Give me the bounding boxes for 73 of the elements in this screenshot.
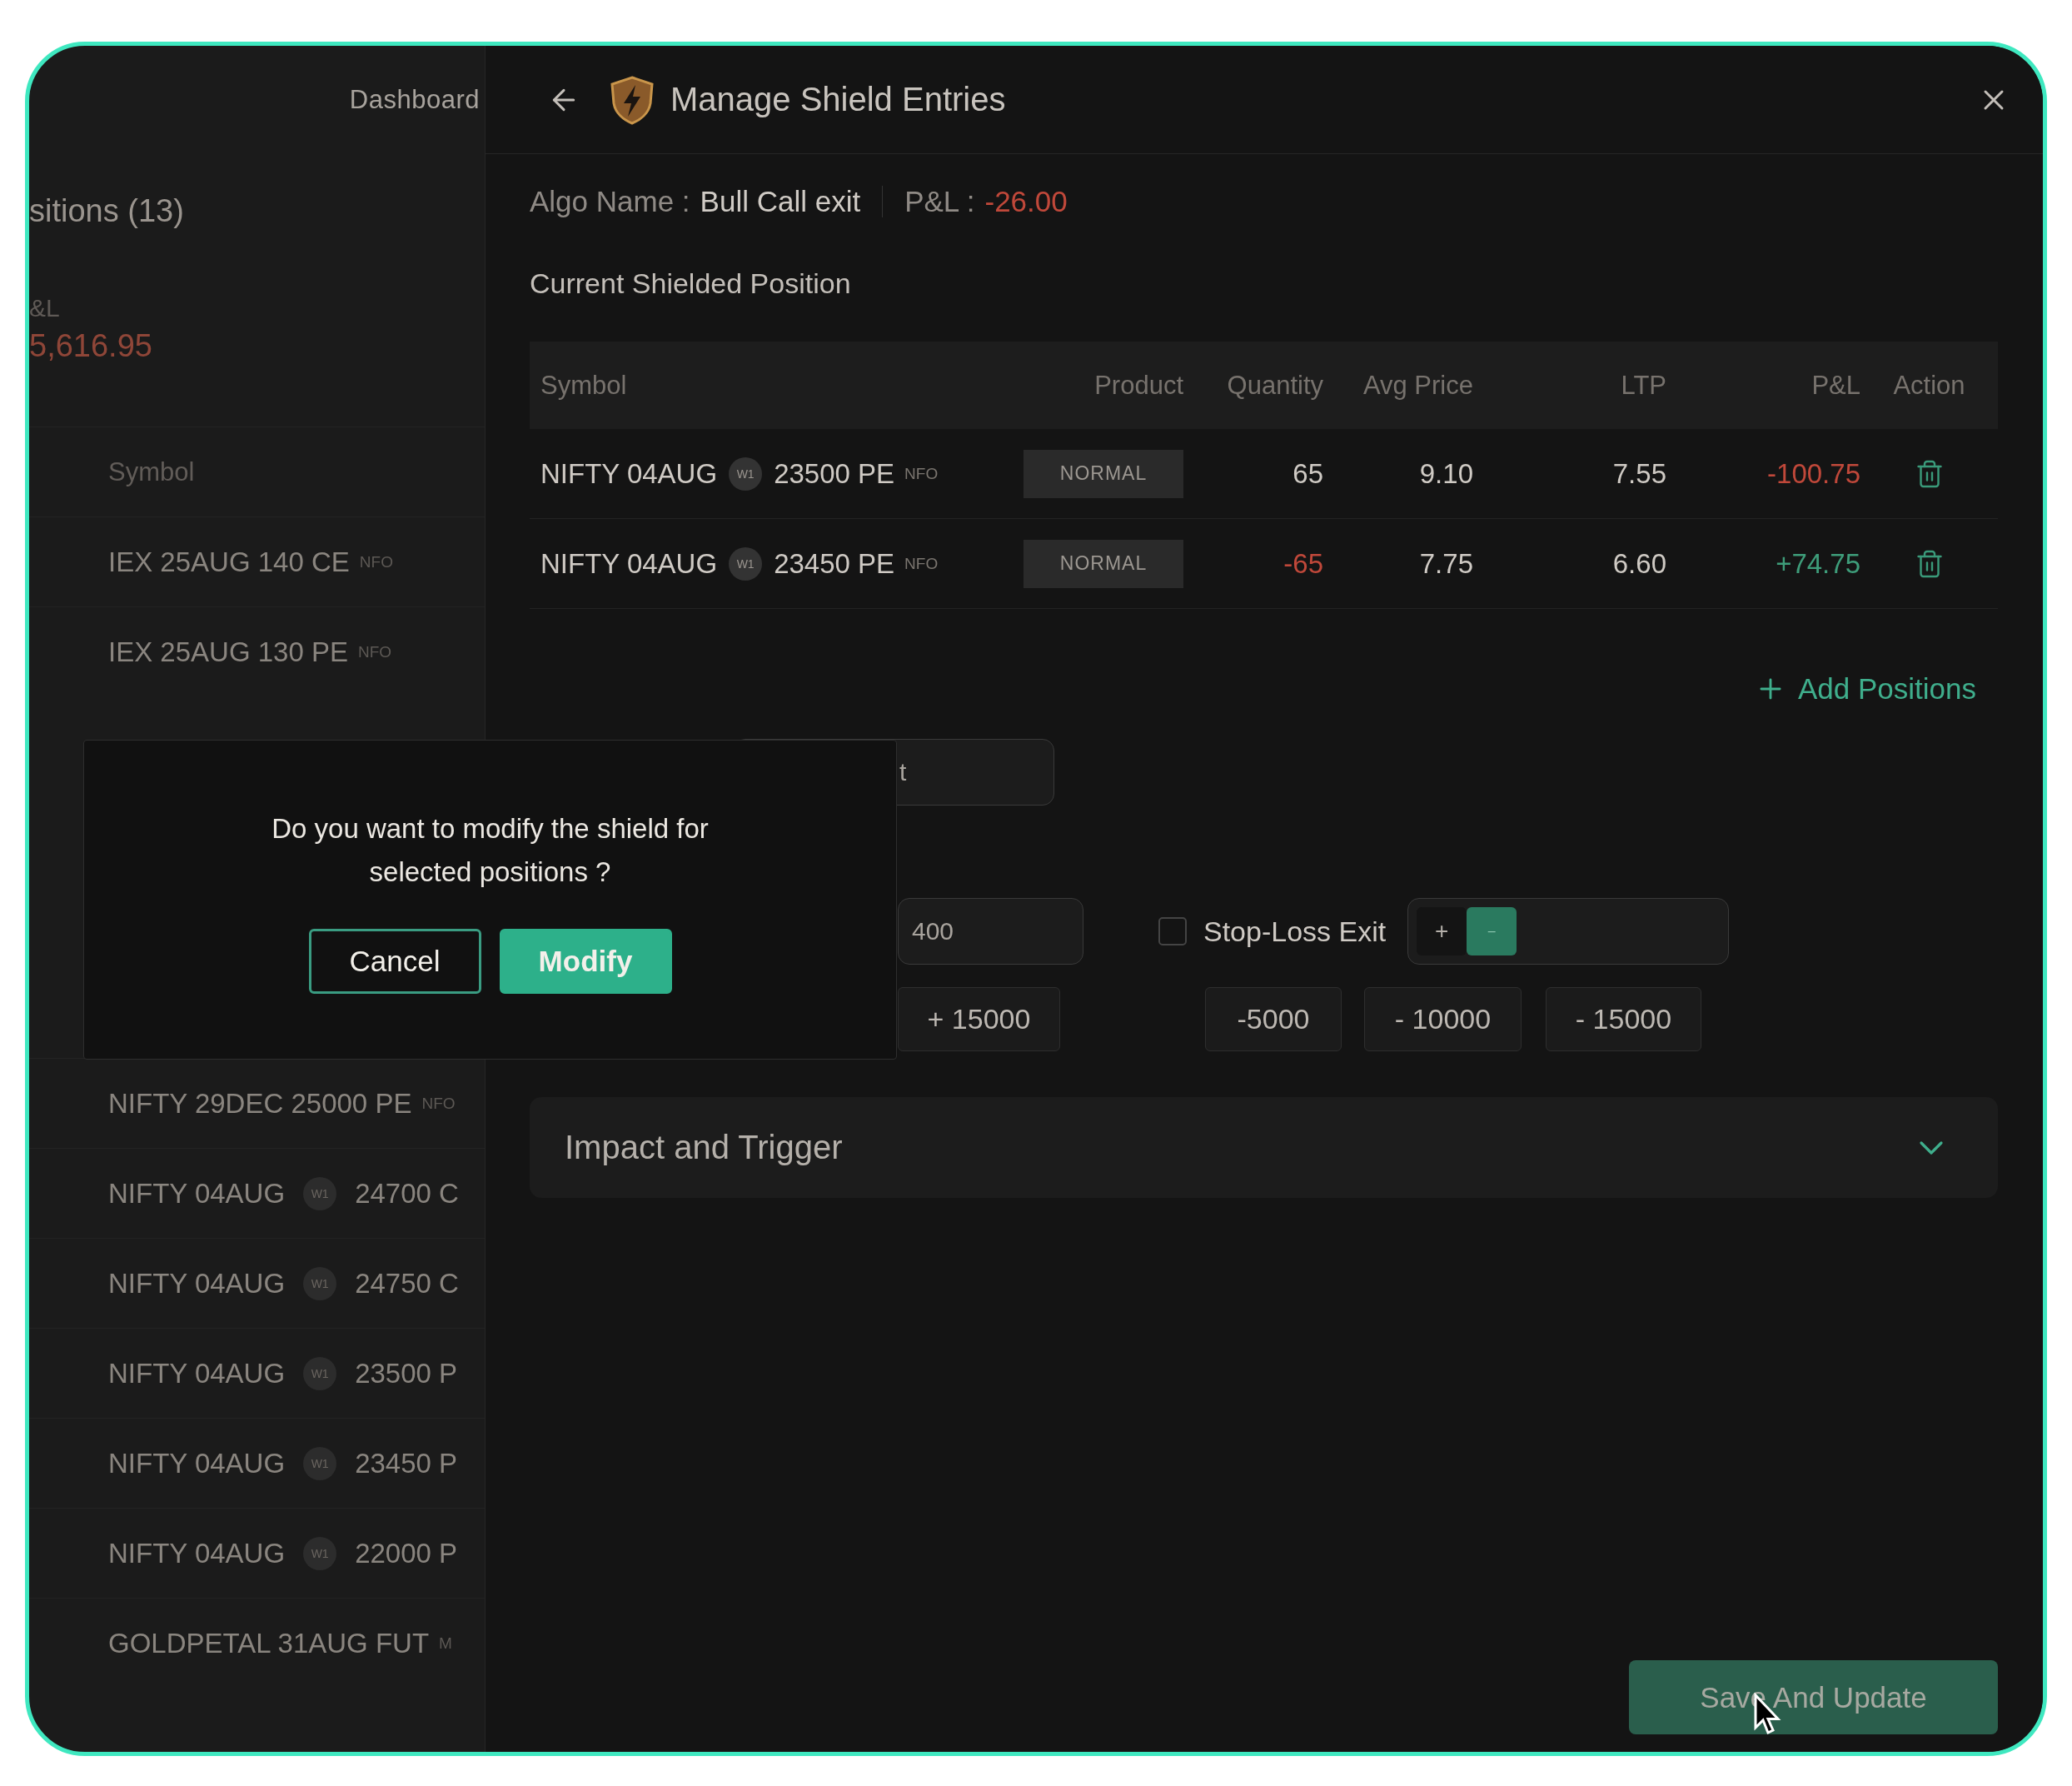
weekly-badge: W1 [303, 1446, 337, 1480]
exchange-label: NFO [904, 554, 939, 573]
drawer-title: Manage Shield Entries [670, 81, 1007, 118]
add-positions-button[interactable]: Add Positions [1754, 671, 1976, 707]
position-strike: 23450 P [355, 1447, 458, 1479]
position-symbol: NIFTY 04AUG [540, 547, 718, 580]
cancel-button[interactable]: Cancel [308, 929, 481, 994]
preset-button[interactable]: - 15000 [1546, 987, 1701, 1051]
dialog-message: Do you want to modify the shield for selected positions ? [271, 812, 710, 889]
limit-input-field[interactable]: 400 [898, 898, 1083, 965]
position-symbol: NIFTY 04AUG [108, 1357, 286, 1389]
position-symbol: NIFTY 04AUG [540, 457, 718, 490]
checkbox-label: Stop-Loss Exit [1203, 915, 1387, 948]
pnl-cell-text: -100.75 [1766, 457, 1860, 490]
product-tag: NORMAL [1024, 539, 1183, 588]
preset-button[interactable]: -5000 [1205, 987, 1342, 1051]
avg-price-cell-text: 9.10 [1418, 457, 1473, 490]
column-header: Action [1892, 370, 1966, 401]
ltp-cell-text: 7.55 [1611, 457, 1666, 490]
column-header: LTP [1620, 370, 1666, 401]
exchange-label: NFO [421, 1094, 456, 1113]
section-title: Current Shielded Position [530, 267, 852, 301]
position-strike: 24700 C [355, 1177, 459, 1210]
sign-toggle-field[interactable]: + – [1407, 898, 1730, 965]
exchange-label: NFO [359, 552, 393, 571]
preset-button[interactable]: + 15000 [898, 987, 1060, 1051]
weekly-badge: W1 [729, 546, 763, 581]
algo-label: Algo Name : [530, 185, 690, 218]
position-symbol: NIFTY 04AUG [108, 1447, 286, 1479]
exchange-label: NFO [358, 642, 392, 661]
position-strike: 22000 P [355, 1537, 458, 1569]
column-header: Product [1093, 370, 1183, 401]
avg-price-cell-text: 7.75 [1418, 547, 1473, 580]
accordion-header[interactable]: Impact and Trigger [530, 1097, 1998, 1198]
column-header: Symbol [108, 456, 195, 487]
ltp-cell-text: 6.60 [1611, 547, 1666, 580]
quantity-cell-text: -65 [1283, 547, 1323, 580]
position-symbol: IEX 25AUG 140 CE [108, 546, 350, 578]
position-symbol: NIFTY 04AUG [108, 1267, 286, 1300]
position-symbol: IEX 25AUG 130 PE [108, 636, 348, 668]
weekly-badge: W1 [729, 456, 763, 491]
position-strike: 23450 PE [774, 547, 895, 580]
preset-button[interactable]: - 10000 [1364, 987, 1522, 1051]
pnl-value: 5,616.95 [29, 327, 153, 365]
shield-logo-icon [609, 74, 655, 125]
exchange-label: NFO [904, 464, 939, 483]
weekly-badge: W1 [303, 1266, 337, 1300]
position-symbol: NIFTY 04AUG [108, 1177, 286, 1210]
weekly-badge: W1 [303, 1356, 337, 1390]
position-symbol: GOLDPETAL 31AUG FUT [108, 1627, 430, 1659]
algo-name: Bull Call exit [700, 185, 861, 218]
pnl-cell-text: +74.75 [1775, 547, 1860, 580]
sign-option[interactable]: + [1417, 907, 1467, 955]
position-strike: 23500 PE [774, 457, 895, 490]
position-symbol: NIFTY 04AUG [108, 1537, 286, 1569]
positions-title: sitions (13) [29, 192, 185, 230]
column-header: P&L [1811, 370, 1860, 401]
weekly-badge: W1 [303, 1536, 337, 1570]
weekly-badge: W1 [303, 1176, 337, 1210]
product-tag: NORMAL [1024, 449, 1183, 498]
pnl-value: -26.00 [984, 185, 1068, 218]
position-symbol: NIFTY 29DEC 25000 PE [108, 1087, 412, 1120]
nav-link[interactable]: Dashboard [349, 85, 480, 115]
column-header: Quantity [1226, 370, 1323, 401]
quantity-cell-text: 65 [1292, 457, 1323, 490]
pnl-label: &L [29, 293, 61, 323]
column-header: Avg Price [1362, 370, 1473, 401]
position-strike: 24750 C [355, 1267, 459, 1300]
exchange-label: M [439, 1634, 452, 1653]
column-header: Symbol [540, 370, 628, 401]
stop-loss-checkbox[interactable] [1158, 917, 1187, 945]
pnl-label: P&L : [904, 185, 975, 218]
position-strike: 23500 P [355, 1357, 458, 1389]
